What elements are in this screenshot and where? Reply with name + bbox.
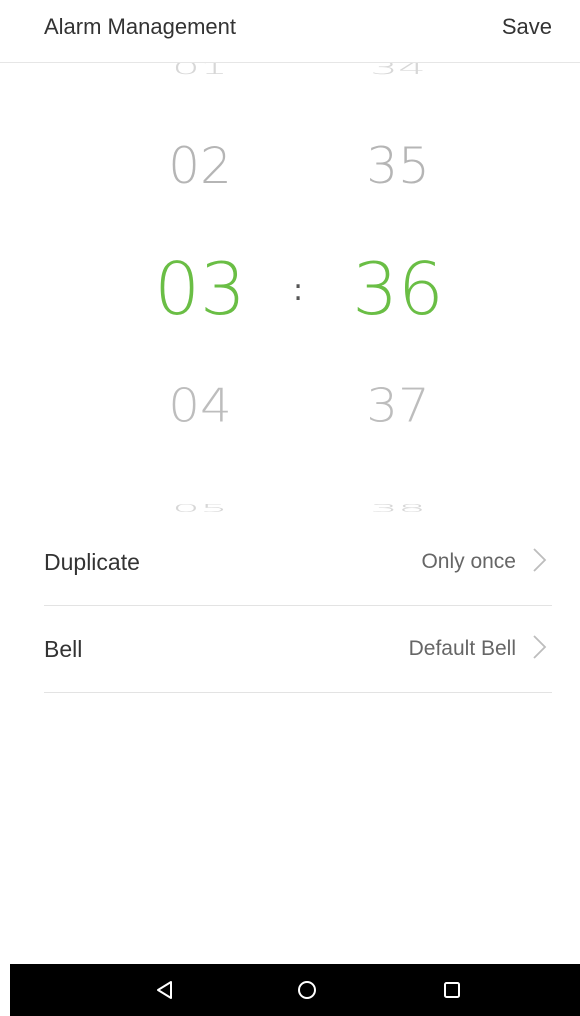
bell-value: Default Bell [408,637,516,660]
chevron-right-icon [533,635,547,659]
recent-apps-icon [444,982,460,998]
hour-option[interactable]: 01 [100,63,300,77]
duplicate-label: Duplicate [44,549,140,575]
hour-wheel[interactable]: 01 02 03 04 05 [100,63,300,523]
back-button[interactable] [135,964,195,1016]
minute-option[interactable]: 38 [298,503,498,514]
hour-option[interactable]: 02 [100,141,300,191]
top-bar: Alarm Management Save [0,0,580,63]
time-picker: 01 02 03 04 05 : 34 35 36 37 38 [0,63,580,523]
minute-option[interactable]: 35 [298,141,498,191]
hour-option[interactable]: 05 [100,503,300,514]
minute-wheel[interactable]: 34 35 36 37 38 [298,63,498,523]
minute-option[interactable]: 34 [298,63,498,77]
home-icon [298,981,316,999]
system-navigation-bar [10,964,580,1016]
chevron-right-icon [533,548,547,572]
page-title: Alarm Management [44,14,236,39]
bell-row[interactable]: Bell Default Bell [44,606,552,693]
minute-option[interactable]: 37 [298,383,498,429]
save-button[interactable]: Save [502,14,552,40]
hour-option[interactable]: 04 [100,383,300,429]
bell-label: Bell [44,636,83,662]
duplicate-row[interactable]: Duplicate Only once [44,519,552,606]
selected-minute[interactable]: 36 [298,253,498,325]
home-button[interactable] [277,964,337,1016]
back-icon [157,981,172,999]
recent-apps-button[interactable] [422,964,482,1016]
duplicate-value: Only once [421,550,516,573]
selected-hour[interactable]: 03 [100,253,300,325]
